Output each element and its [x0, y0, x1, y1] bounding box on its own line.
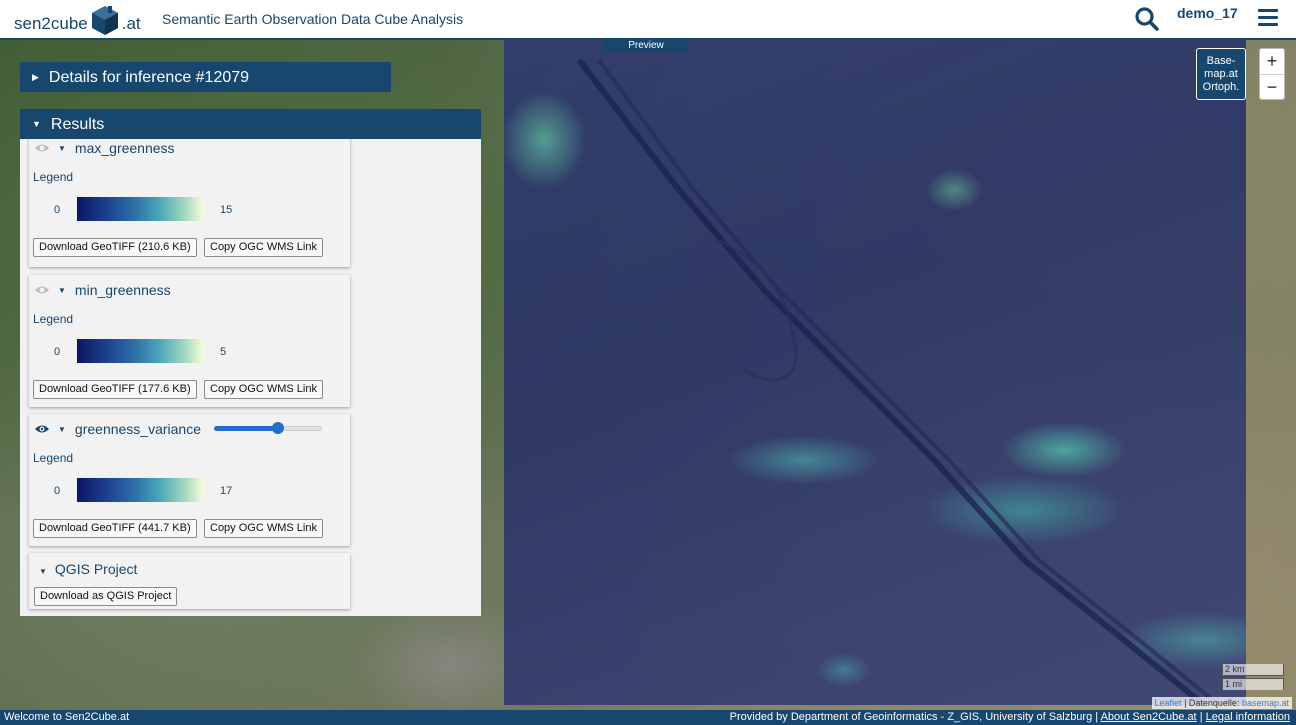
caret-down-icon[interactable]: ▼ — [58, 144, 66, 153]
zoom-in-button[interactable]: + — [1260, 49, 1284, 74]
legend-label: Legend — [33, 170, 74, 184]
map-scale: 2 km 1 mi — [1222, 664, 1284, 690]
basemap-label-line-2: map.at — [1204, 68, 1238, 80]
details-title: Details for inference #12079 — [48, 69, 250, 86]
welcome-text: Welcome to Sen2Cube.at — [4, 711, 130, 723]
zoom-out-button[interactable]: − — [1260, 74, 1284, 99]
scale-mi: 1 mi — [1222, 678, 1284, 690]
scale-km: 2 km — [1222, 664, 1284, 676]
user-name[interactable]: demo_17 — [1177, 5, 1238, 21]
results-panel-header[interactable]: ▼ Results — [20, 109, 481, 139]
qgis-title[interactable]: ▼ QGIS Project — [39, 561, 137, 577]
legend-color-ramp — [77, 197, 203, 221]
leaflet-link[interactable]: Leaflet — [1155, 698, 1182, 708]
layer-title: ▼ greenness_variance — [34, 420, 201, 438]
sen2cube-logo[interactable]: sen2cube .at — [14, 4, 141, 36]
legend-label: Legend — [33, 312, 74, 326]
basemap-label-line-3: Ortoph. — [1202, 81, 1240, 93]
legend-label: Legend — [33, 451, 74, 465]
results-title: Results — [50, 116, 105, 133]
hamburger-menu-icon[interactable] — [1258, 9, 1278, 27]
layer-name: max_greenness — [74, 140, 175, 156]
opacity-slider[interactable] — [214, 422, 322, 434]
download-geotiff-button[interactable]: Download GeoTIFF (210.6 KB) — [33, 238, 197, 257]
expand-caret-icon: ▶ — [32, 72, 39, 82]
legal-information-link[interactable]: Legal information — [1206, 711, 1290, 723]
cube-logo-icon — [91, 6, 118, 35]
caret-down-icon[interactable]: ▼ — [58, 286, 66, 295]
qgis-project-card: ▼ QGIS Project Download as QGIS Project — [29, 553, 350, 609]
basemap-toggle-button[interactable]: Base- map.at Ortoph. — [1196, 48, 1246, 100]
download-geotiff-button[interactable]: Download GeoTIFF (177.6 KB) — [33, 380, 197, 399]
download-geotiff-button[interactable]: Download GeoTIFF (441.7 KB) — [33, 519, 197, 538]
caret-down-icon: ▼ — [39, 567, 47, 576]
preview-label: Preview — [604, 40, 688, 52]
provided-by-text: Provided by Department of Geoinformatics… — [729, 711, 1093, 723]
eye-icon[interactable] — [34, 142, 50, 154]
layer-name: greenness_variance — [74, 421, 202, 437]
logo-prefix: sen2cube — [14, 14, 88, 33]
details-panel-header[interactable]: ▶ Details for inference #12079 — [20, 62, 391, 92]
legend-min: 0 — [54, 485, 61, 497]
slider-fill — [214, 426, 278, 431]
qgis-title-text: QGIS Project — [54, 561, 138, 577]
basemap-label-line-1: Base- — [1206, 55, 1236, 67]
app-header: sen2cube .at Semantic Earth Observation … — [0, 0, 1296, 40]
results-panel-body: ▼ max_greenness Legend 0 15 Download Geo… — [20, 139, 481, 616]
layer-title: ▼ max_greenness — [34, 139, 175, 157]
copy-wms-link-button[interactable]: Copy OGC WMS Link — [204, 519, 323, 538]
copy-wms-link-button[interactable]: Copy OGC WMS Link — [204, 238, 323, 257]
layer-card-greenness-variance: ▼ greenness_variance Legend 0 17 Downloa… — [29, 414, 350, 546]
app-footer: Welcome to Sen2Cube.at Provided by Depar… — [0, 710, 1296, 725]
layer-name: min_greenness — [74, 282, 171, 298]
download-qgis-project-button[interactable]: Download as QGIS Project — [34, 587, 178, 606]
collapse-caret-icon: ▼ — [32, 119, 41, 129]
layer-title: ▼ min_greenness — [34, 281, 171, 299]
legend-color-ramp — [77, 478, 203, 502]
eye-icon[interactable] — [34, 423, 50, 435]
basemap-source-link[interactable]: basemap.at — [1242, 698, 1289, 708]
slider-knob[interactable] — [272, 422, 284, 434]
legend-max: 15 — [220, 204, 233, 216]
about-link[interactable]: About Sen2Cube.at — [1101, 711, 1197, 723]
caret-down-icon[interactable]: ▼ — [58, 425, 66, 434]
logo-suffix: .at — [121, 14, 141, 33]
zoom-control: + − — [1259, 48, 1285, 100]
search-icon[interactable] — [1134, 6, 1160, 32]
map-rail-river-lines — [576, 58, 1221, 705]
copy-wms-link-button[interactable]: Copy OGC WMS Link — [204, 380, 323, 399]
legend-min: 0 — [54, 346, 61, 358]
map-attribution: Leaflet | Datenquelle: basemap.at — [1151, 697, 1292, 709]
legend-max: 17 — [220, 485, 233, 497]
legend-max: 5 — [220, 346, 227, 358]
layer-card-max-greenness: ▼ max_greenness Legend 0 15 Download Geo… — [29, 139, 350, 267]
legend-color-ramp — [77, 339, 203, 363]
attribution-separator: | Datenquelle: — [1184, 698, 1240, 708]
app-title: Semantic Earth Observation Data Cube Ana… — [162, 11, 464, 27]
layer-card-min-greenness: ▼ min_greenness Legend 0 5 Download GeoT… — [29, 275, 350, 407]
legend-min: 0 — [54, 204, 61, 216]
footer-right: Provided by Department of Geoinformatics… — [730, 710, 1290, 725]
eye-icon[interactable] — [34, 284, 50, 296]
